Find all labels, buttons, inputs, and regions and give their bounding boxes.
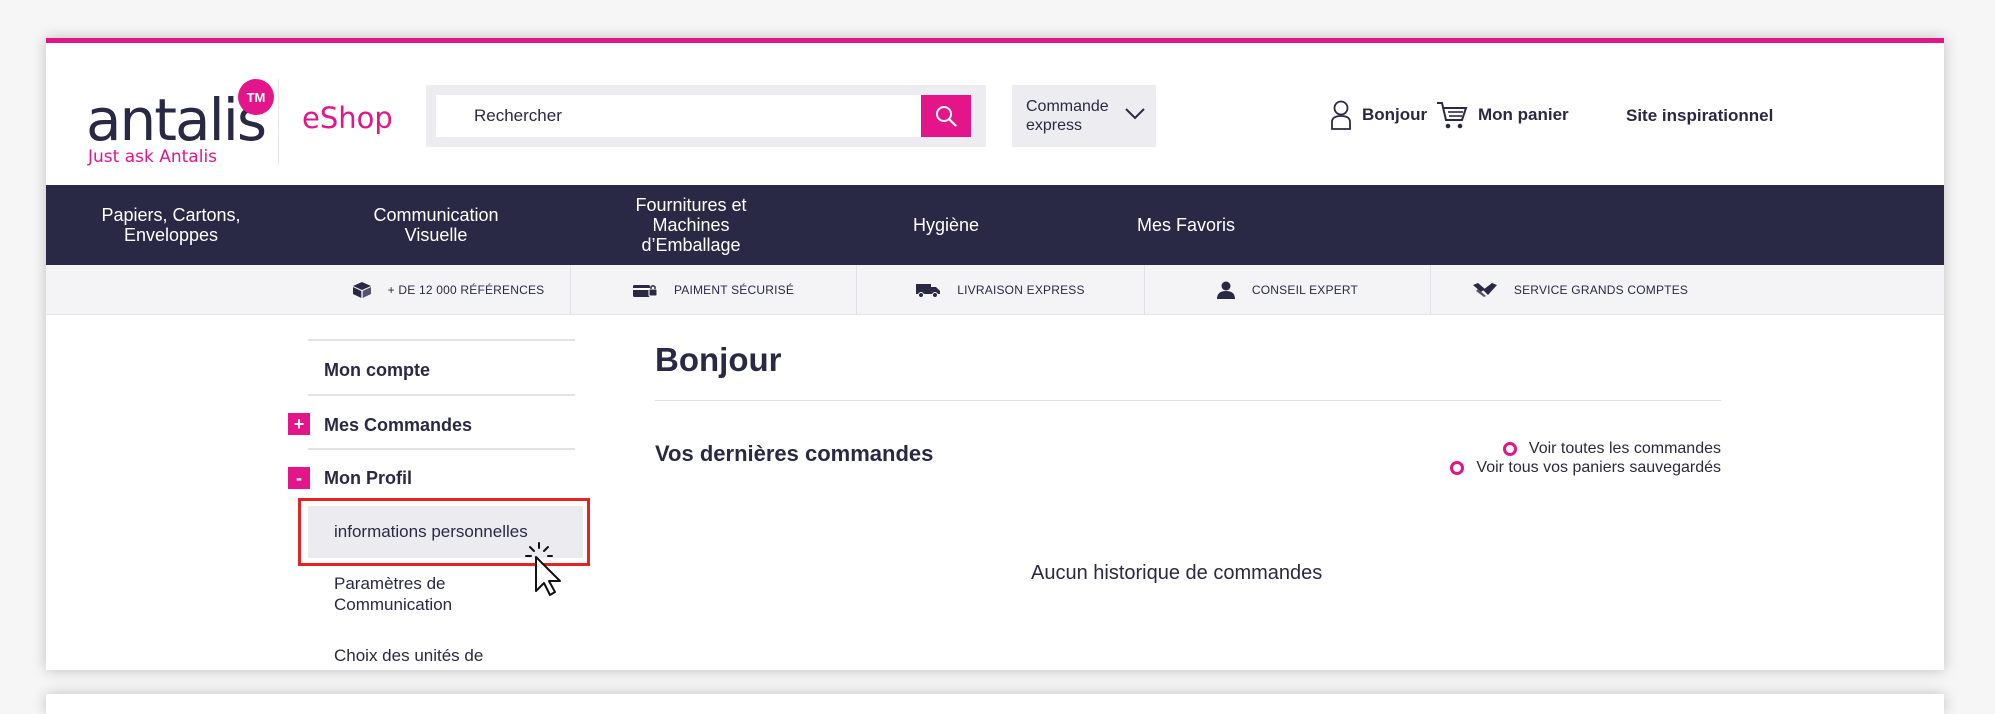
reassurance-label: CONSEIL EXPERT: [1251, 282, 1359, 297]
recent-orders-heading: Vos dernières commandes: [655, 441, 934, 466]
view-all-orders-label: Voir toutes les commandes: [1528, 440, 1721, 457]
search-box: [426, 85, 986, 147]
page-frame: antalis TM Just ask Antalis eShop Comman…: [46, 38, 1944, 670]
box-icon: [352, 281, 371, 298]
reassurance-accounts: SERVICE GRANDS COMPTES: [1430, 265, 1730, 314]
inspiration-site-link[interactable]: Site inspirationnel: [1626, 106, 1773, 126]
cart-icon: [1437, 102, 1468, 129]
bottom-page-strip: [46, 694, 1944, 714]
sidebar-item-account[interactable]: Mon compte: [324, 360, 430, 381]
user-icon: [1331, 100, 1351, 130]
express-order-button[interactable]: Commande express: [1012, 85, 1156, 147]
logo-tagline: Just ask Antalis: [88, 147, 218, 167]
person-icon: [1216, 281, 1235, 299]
magnifier-icon: [936, 106, 957, 127]
mouse-pointer-icon: [525, 542, 561, 596]
sidebar-divider: [308, 339, 575, 341]
page-title: Bonjour: [655, 341, 782, 378]
view-saved-carts-label: Voir tous vos paniers sauvegardés: [1476, 459, 1721, 476]
reassurance-payment: PAIMENT SÉCURISÉ: [570, 265, 856, 314]
menu-item-communication[interactable]: Communication Visuelle: [346, 185, 526, 265]
bullet-circle-icon: [1450, 461, 1465, 475]
bullet-circle-icon: [1502, 442, 1517, 456]
user-account-link[interactable]: Bonjour: [1330, 99, 1427, 131]
sidebar-item-profile[interactable]: Mon Profil: [324, 468, 412, 489]
secure-card-icon: [632, 284, 658, 297]
expand-plus-icon[interactable]: +: [288, 413, 310, 435]
logo-divider: [278, 79, 279, 165]
search-input[interactable]: [436, 95, 921, 137]
menu-item-hygiene[interactable]: Hygiène: [886, 185, 1006, 265]
reassurance-expert: CONSEIL EXPERT: [1144, 265, 1430, 314]
express-order-label: Commande express: [1026, 98, 1109, 134]
truck-icon: [916, 283, 941, 298]
antalis-logo[interactable]: antalis TM Just ask Antalis: [86, 73, 276, 169]
reassurance-label: SERVICE GRANDS COMPTES: [1513, 282, 1689, 297]
collapse-minus-icon[interactable]: -: [288, 467, 310, 489]
search-button[interactable]: [921, 95, 971, 137]
reassurance-delivery: LIVRAISON EXPRESS: [856, 265, 1144, 314]
sidebar-item-orders[interactable]: Mes Commandes: [324, 415, 472, 436]
user-greeting: Bonjour: [1362, 105, 1428, 124]
menu-item-papiers[interactable]: Papiers, Cartons, Enveloppes: [86, 185, 256, 265]
reassurance-label: PAIMENT SÉCURISÉ: [673, 282, 795, 297]
handshake-icon: [1472, 282, 1497, 297]
chevron-down-icon: [1125, 108, 1145, 120]
reassurance-label: + DE 12 000 RÉFÉRENCES: [387, 282, 545, 297]
main-menu: Papiers, Cartons, Enveloppes Communicati…: [46, 185, 1944, 265]
sidebar-subitem-units[interactable]: Choix des unités de: [334, 645, 483, 666]
sidebar-divider: [308, 394, 575, 396]
view-all-orders-link[interactable]: Voir toutes les commandes: [1502, 440, 1721, 458]
eshop-label[interactable]: eShop: [302, 101, 393, 135]
logo-badge: TM: [238, 79, 274, 115]
view-saved-carts-link[interactable]: Voir tous vos paniers sauvegardés: [1450, 459, 1721, 477]
menu-item-favoris[interactable]: Mes Favoris: [1106, 185, 1266, 265]
empty-orders-message: Aucun historique de commandes: [1031, 562, 1323, 584]
sidebar-subitem-communication-settings[interactable]: Paramètres de Communication: [334, 573, 514, 615]
cart-link[interactable]: Mon panier: [1436, 99, 1569, 131]
reassurance-label: LIVRAISON EXPRESS: [957, 282, 1085, 297]
site-header: antalis TM Just ask Antalis eShop Comman…: [46, 43, 1944, 185]
title-divider: [655, 400, 1721, 401]
reassurance-bar: + DE 12 000 RÉFÉRENCES PAIMENT SÉCURISÉ …: [46, 265, 1944, 315]
reassurance-references: + DE 12 000 RÉFÉRENCES: [326, 265, 570, 314]
menu-item-fournitures[interactable]: Fournitures et Machines d’Emballage: [616, 185, 766, 265]
sidebar-divider: [308, 448, 575, 450]
cart-label: Mon panier: [1478, 105, 1569, 124]
